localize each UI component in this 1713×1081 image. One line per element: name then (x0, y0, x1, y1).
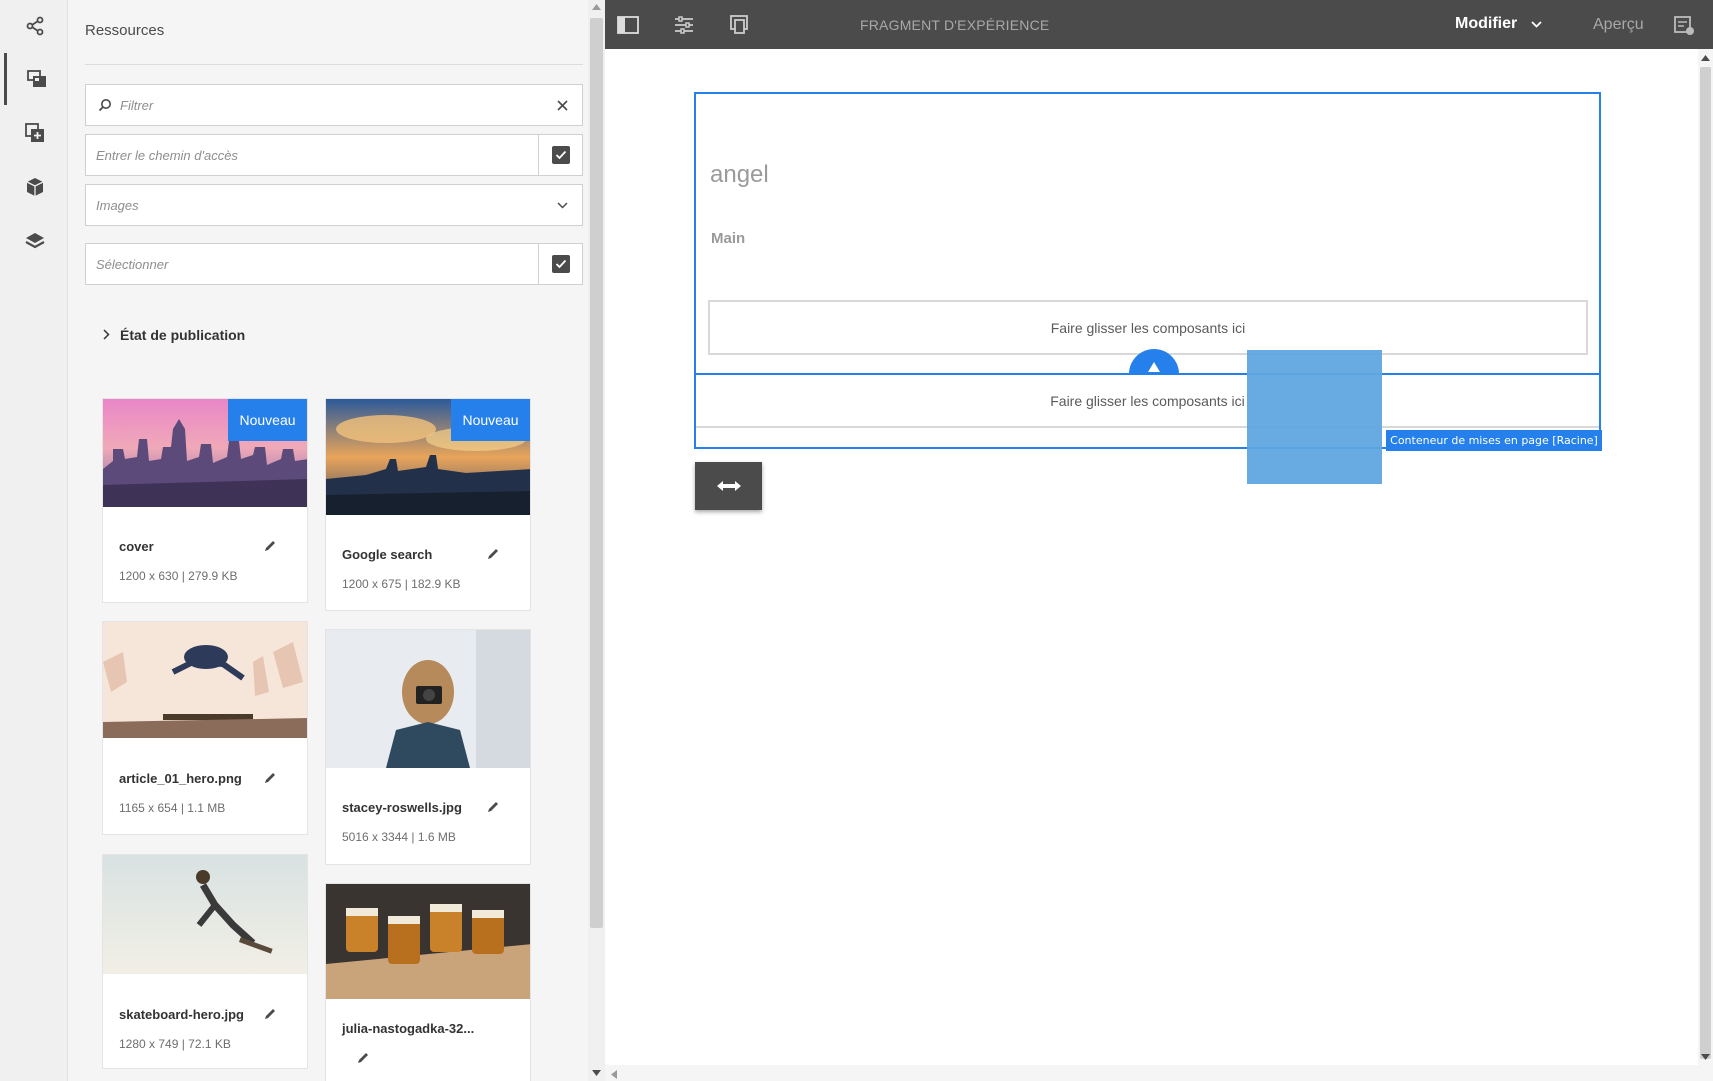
preview-button[interactable]: Aperçu (1593, 16, 1644, 34)
asset-name: Google search (342, 547, 433, 562)
publication-status-toggle[interactable]: État de publication (103, 327, 245, 343)
pencil-icon[interactable] (263, 771, 277, 785)
asset-meta: 1165 x 654 | 1.1 MB (119, 801, 226, 815)
asset-card[interactable]: Nouveau cover 1200 x 630 | 279.9 KB (102, 398, 308, 603)
select-input[interactable]: Sélectionner (86, 257, 538, 272)
drop-zone[interactable]: Faire glisser les composants ici (708, 300, 1588, 355)
select-field[interactable]: Sélectionner (85, 243, 583, 285)
new-badge: Nouveau (451, 399, 530, 441)
panel-title: Ressources (85, 22, 165, 39)
arrow-up-icon (1148, 362, 1160, 372)
share-icon[interactable] (4, 0, 66, 52)
fragment-heading[interactable]: angel (710, 161, 769, 189)
components-icon[interactable] (4, 107, 66, 159)
box-icon[interactable] (4, 161, 66, 213)
chevron-down-icon (1531, 20, 1542, 28)
pencil-icon[interactable] (486, 800, 500, 814)
asset-name: article_01_hero.png (119, 771, 242, 786)
asset-meta: 1280 x 749 | 72.1 KB (119, 1037, 231, 1051)
pencil-icon[interactable] (486, 547, 500, 561)
filter-input[interactable]: Filtrer (116, 98, 542, 113)
asset-grid: Nouveau cover 1200 x 630 | 279.9 KB Nouv… (68, 383, 588, 1081)
asset-thumbnail (326, 884, 530, 999)
asset-meta: 1200 x 630 | 279.9 KB (119, 569, 238, 583)
fragment-section-label: Main (711, 230, 746, 247)
drag-placeholder (1247, 350, 1382, 484)
chevron-right-icon (103, 327, 110, 343)
asset-type-value: Images (96, 197, 139, 213)
asset-name: skateboard-hero.jpg (119, 1007, 244, 1022)
publication-status-label: État de publication (120, 327, 246, 343)
assets-panel: Ressources Filtrer Entrer le chemin d'ac… (68, 0, 631, 1081)
asset-thumbnail (326, 630, 530, 768)
emulator-icon[interactable] (728, 14, 750, 36)
page-info-icon[interactable] (1673, 14, 1695, 36)
asset-card[interactable]: stacey-roswells.jpg 5016 x 3344 | 1.6 MB (325, 629, 531, 865)
clear-icon[interactable] (542, 99, 582, 111)
mode-selector[interactable]: Modifier (1455, 15, 1542, 33)
asset-meta: 5016 x 3344 | 1.6 MB (342, 830, 456, 844)
asset-thumbnail: Nouveau (103, 399, 307, 507)
layout-resize-button[interactable] (695, 462, 762, 510)
scrollbar-thumb[interactable] (1700, 67, 1711, 1059)
asset-card[interactable]: Nouveau Google search 1200 x 675 | 182.9… (325, 398, 531, 611)
path-input[interactable]: Entrer le chemin d'accès (86, 148, 538, 163)
pencil-icon[interactable] (356, 1051, 370, 1065)
asset-meta: 1200 x 675 | 182.9 KB (342, 577, 461, 591)
scroll-down-icon[interactable] (1701, 1054, 1710, 1060)
layers-icon[interactable] (4, 215, 66, 267)
mode-label: Modifier (1455, 15, 1518, 32)
asset-name: julia-nastogadka-32... (342, 1021, 475, 1036)
asset-card[interactable]: julia-nastogadka-32... (325, 883, 531, 1081)
canvas-horizontal-scrollbar[interactable] (605, 1065, 1698, 1081)
pencil-icon[interactable] (263, 1007, 277, 1021)
canvas-vertical-scrollbar[interactable] (1698, 49, 1713, 1081)
assets-icon[interactable] (4, 53, 66, 105)
side-rail (0, 0, 68, 1081)
path-confirm-button[interactable] (538, 135, 582, 175)
checkbox-icon (551, 146, 570, 164)
container-label[interactable]: Conteneur de mises en page [Racine] (1386, 430, 1602, 451)
side-panel-toggle-icon[interactable] (617, 14, 639, 36)
asset-name: stacey-roswells.jpg (342, 800, 462, 815)
scroll-up-icon[interactable] (1701, 55, 1710, 61)
properties-icon[interactable] (673, 14, 695, 36)
asset-thumbnail (103, 855, 307, 974)
asset-type-select[interactable]: Images (85, 184, 583, 226)
scroll-left-icon[interactable] (611, 1070, 617, 1079)
asset-card[interactable]: skateboard-hero.jpg 1280 x 749 | 72.1 KB (102, 854, 308, 1069)
scrollbar-thumb[interactable] (590, 18, 603, 928)
filter-field[interactable]: Filtrer (85, 84, 583, 126)
scroll-up-icon[interactable] (592, 4, 601, 10)
pencil-icon[interactable] (263, 539, 277, 553)
editor-toolbar: FRAGMENT D'EXPÉRIENCE Modifier Aperçu (605, 0, 1713, 49)
editor-canvas: angel Main Faire glisser les composants … (605, 49, 1698, 1065)
select-confirm-button[interactable] (538, 244, 582, 284)
asset-card[interactable]: article_01_hero.png 1165 x 654 | 1.1 MB (102, 621, 308, 835)
path-field[interactable]: Entrer le chemin d'accès (85, 134, 583, 176)
search-icon (86, 98, 116, 112)
resize-horizontal-icon (716, 481, 741, 491)
panel-divider (85, 64, 583, 65)
new-badge: Nouveau (228, 399, 307, 441)
drop-zone[interactable]: Faire glisser les composants ici (696, 375, 1599, 428)
app-root: Ressources Filtrer Entrer le chemin d'ac… (0, 0, 1713, 1081)
asset-thumbnail: Nouveau (326, 399, 530, 515)
panel-scrollbar[interactable] (588, 0, 605, 1081)
checkbox-icon (551, 255, 570, 273)
chevron-down-icon (542, 201, 582, 209)
asset-name: cover (119, 539, 154, 554)
asset-thumbnail (103, 622, 307, 738)
scroll-down-icon[interactable] (592, 1070, 601, 1076)
page-title: FRAGMENT D'EXPÉRIENCE (860, 17, 1050, 33)
